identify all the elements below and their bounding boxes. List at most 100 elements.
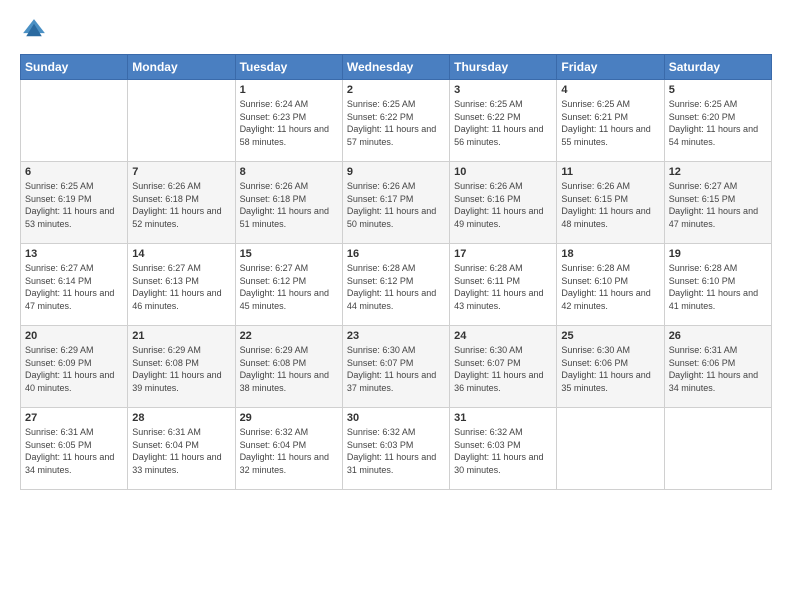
- day-number: 31: [454, 412, 552, 424]
- calendar-cell: 15 Sunrise: 6:27 AMSunset: 6:12 PMDaylig…: [235, 244, 342, 326]
- day-info: Sunrise: 6:28 AMSunset: 6:10 PMDaylight:…: [561, 263, 650, 311]
- day-info: Sunrise: 6:29 AMSunset: 6:09 PMDaylight:…: [25, 345, 114, 393]
- day-info: Sunrise: 6:28 AMSunset: 6:12 PMDaylight:…: [347, 263, 436, 311]
- calendar-cell: 17 Sunrise: 6:28 AMSunset: 6:11 PMDaylig…: [450, 244, 557, 326]
- day-info: Sunrise: 6:26 AMSunset: 6:16 PMDaylight:…: [454, 181, 543, 229]
- logo-icon: [20, 16, 48, 44]
- day-info: Sunrise: 6:27 AMSunset: 6:12 PMDaylight:…: [240, 263, 329, 311]
- page: SundayMondayTuesdayWednesdayThursdayFrid…: [0, 0, 792, 612]
- weekday-header: Wednesday: [342, 55, 449, 80]
- calendar-cell: 18 Sunrise: 6:28 AMSunset: 6:10 PMDaylig…: [557, 244, 664, 326]
- calendar-cell: 28 Sunrise: 6:31 AMSunset: 6:04 PMDaylig…: [128, 408, 235, 490]
- calendar-cell: 29 Sunrise: 6:32 AMSunset: 6:04 PMDaylig…: [235, 408, 342, 490]
- day-info: Sunrise: 6:30 AMSunset: 6:06 PMDaylight:…: [561, 345, 650, 393]
- calendar-cell: 1 Sunrise: 6:24 AMSunset: 6:23 PMDayligh…: [235, 80, 342, 162]
- day-number: 15: [240, 248, 338, 260]
- day-number: 25: [561, 330, 659, 342]
- day-info: Sunrise: 6:25 AMSunset: 6:22 PMDaylight:…: [454, 99, 543, 147]
- day-number: 10: [454, 166, 552, 178]
- calendar-cell: 5 Sunrise: 6:25 AMSunset: 6:20 PMDayligh…: [664, 80, 771, 162]
- day-number: 8: [240, 166, 338, 178]
- calendar-cell: 12 Sunrise: 6:27 AMSunset: 6:15 PMDaylig…: [664, 162, 771, 244]
- day-number: 11: [561, 166, 659, 178]
- day-info: Sunrise: 6:27 AMSunset: 6:13 PMDaylight:…: [132, 263, 221, 311]
- day-info: Sunrise: 6:31 AMSunset: 6:04 PMDaylight:…: [132, 427, 221, 475]
- calendar-cell: [557, 408, 664, 490]
- day-number: 18: [561, 248, 659, 260]
- day-info: Sunrise: 6:27 AMSunset: 6:15 PMDaylight:…: [669, 181, 758, 229]
- day-info: Sunrise: 6:27 AMSunset: 6:14 PMDaylight:…: [25, 263, 114, 311]
- day-number: 22: [240, 330, 338, 342]
- calendar-cell: 27 Sunrise: 6:31 AMSunset: 6:05 PMDaylig…: [21, 408, 128, 490]
- calendar-cell: 30 Sunrise: 6:32 AMSunset: 6:03 PMDaylig…: [342, 408, 449, 490]
- calendar-week: 20 Sunrise: 6:29 AMSunset: 6:09 PMDaylig…: [21, 326, 772, 408]
- calendar-cell: 20 Sunrise: 6:29 AMSunset: 6:09 PMDaylig…: [21, 326, 128, 408]
- day-info: Sunrise: 6:26 AMSunset: 6:15 PMDaylight:…: [561, 181, 650, 229]
- day-number: 30: [347, 412, 445, 424]
- calendar-cell: 23 Sunrise: 6:30 AMSunset: 6:07 PMDaylig…: [342, 326, 449, 408]
- day-number: 16: [347, 248, 445, 260]
- day-number: 1: [240, 84, 338, 96]
- day-info: Sunrise: 6:31 AMSunset: 6:06 PMDaylight:…: [669, 345, 758, 393]
- day-info: Sunrise: 6:26 AMSunset: 6:18 PMDaylight:…: [240, 181, 329, 229]
- day-info: Sunrise: 6:29 AMSunset: 6:08 PMDaylight:…: [240, 345, 329, 393]
- day-number: 19: [669, 248, 767, 260]
- calendar-cell: 10 Sunrise: 6:26 AMSunset: 6:16 PMDaylig…: [450, 162, 557, 244]
- calendar-cell: 2 Sunrise: 6:25 AMSunset: 6:22 PMDayligh…: [342, 80, 449, 162]
- calendar-cell: 19 Sunrise: 6:28 AMSunset: 6:10 PMDaylig…: [664, 244, 771, 326]
- calendar-cell: 31 Sunrise: 6:32 AMSunset: 6:03 PMDaylig…: [450, 408, 557, 490]
- day-number: 27: [25, 412, 123, 424]
- day-info: Sunrise: 6:24 AMSunset: 6:23 PMDaylight:…: [240, 99, 329, 147]
- day-info: Sunrise: 6:26 AMSunset: 6:18 PMDaylight:…: [132, 181, 221, 229]
- day-info: Sunrise: 6:32 AMSunset: 6:03 PMDaylight:…: [347, 427, 436, 475]
- calendar-cell: [664, 408, 771, 490]
- calendar-cell: 7 Sunrise: 6:26 AMSunset: 6:18 PMDayligh…: [128, 162, 235, 244]
- calendar-cell: 3 Sunrise: 6:25 AMSunset: 6:22 PMDayligh…: [450, 80, 557, 162]
- calendar-cell: 13 Sunrise: 6:27 AMSunset: 6:14 PMDaylig…: [21, 244, 128, 326]
- day-info: Sunrise: 6:31 AMSunset: 6:05 PMDaylight:…: [25, 427, 114, 475]
- day-number: 2: [347, 84, 445, 96]
- calendar-cell: 24 Sunrise: 6:30 AMSunset: 6:07 PMDaylig…: [450, 326, 557, 408]
- weekday-header: Tuesday: [235, 55, 342, 80]
- day-number: 29: [240, 412, 338, 424]
- day-number: 6: [25, 166, 123, 178]
- calendar-body: 1 Sunrise: 6:24 AMSunset: 6:23 PMDayligh…: [21, 80, 772, 490]
- weekday-header: Thursday: [450, 55, 557, 80]
- day-info: Sunrise: 6:30 AMSunset: 6:07 PMDaylight:…: [454, 345, 543, 393]
- day-number: 5: [669, 84, 767, 96]
- weekday-row: SundayMondayTuesdayWednesdayThursdayFrid…: [21, 55, 772, 80]
- calendar-cell: 21 Sunrise: 6:29 AMSunset: 6:08 PMDaylig…: [128, 326, 235, 408]
- day-info: Sunrise: 6:25 AMSunset: 6:19 PMDaylight:…: [25, 181, 114, 229]
- calendar-week: 1 Sunrise: 6:24 AMSunset: 6:23 PMDayligh…: [21, 80, 772, 162]
- calendar-cell: 26 Sunrise: 6:31 AMSunset: 6:06 PMDaylig…: [664, 326, 771, 408]
- day-info: Sunrise: 6:26 AMSunset: 6:17 PMDaylight:…: [347, 181, 436, 229]
- day-info: Sunrise: 6:32 AMSunset: 6:03 PMDaylight:…: [454, 427, 543, 475]
- day-info: Sunrise: 6:32 AMSunset: 6:04 PMDaylight:…: [240, 427, 329, 475]
- weekday-header: Monday: [128, 55, 235, 80]
- day-number: 21: [132, 330, 230, 342]
- calendar: SundayMondayTuesdayWednesdayThursdayFrid…: [20, 54, 772, 490]
- day-info: Sunrise: 6:25 AMSunset: 6:22 PMDaylight:…: [347, 99, 436, 147]
- weekday-header: Sunday: [21, 55, 128, 80]
- calendar-cell: 25 Sunrise: 6:30 AMSunset: 6:06 PMDaylig…: [557, 326, 664, 408]
- calendar-cell: 14 Sunrise: 6:27 AMSunset: 6:13 PMDaylig…: [128, 244, 235, 326]
- calendar-cell: [21, 80, 128, 162]
- calendar-cell: 16 Sunrise: 6:28 AMSunset: 6:12 PMDaylig…: [342, 244, 449, 326]
- calendar-cell: 11 Sunrise: 6:26 AMSunset: 6:15 PMDaylig…: [557, 162, 664, 244]
- day-info: Sunrise: 6:25 AMSunset: 6:20 PMDaylight:…: [669, 99, 758, 147]
- header: [20, 16, 772, 44]
- day-number: 23: [347, 330, 445, 342]
- day-number: 12: [669, 166, 767, 178]
- day-number: 20: [25, 330, 123, 342]
- calendar-cell: 6 Sunrise: 6:25 AMSunset: 6:19 PMDayligh…: [21, 162, 128, 244]
- day-number: 9: [347, 166, 445, 178]
- calendar-cell: 8 Sunrise: 6:26 AMSunset: 6:18 PMDayligh…: [235, 162, 342, 244]
- calendar-week: 13 Sunrise: 6:27 AMSunset: 6:14 PMDaylig…: [21, 244, 772, 326]
- day-info: Sunrise: 6:28 AMSunset: 6:11 PMDaylight:…: [454, 263, 543, 311]
- day-number: 28: [132, 412, 230, 424]
- day-number: 17: [454, 248, 552, 260]
- day-number: 13: [25, 248, 123, 260]
- day-number: 24: [454, 330, 552, 342]
- day-number: 4: [561, 84, 659, 96]
- calendar-cell: 9 Sunrise: 6:26 AMSunset: 6:17 PMDayligh…: [342, 162, 449, 244]
